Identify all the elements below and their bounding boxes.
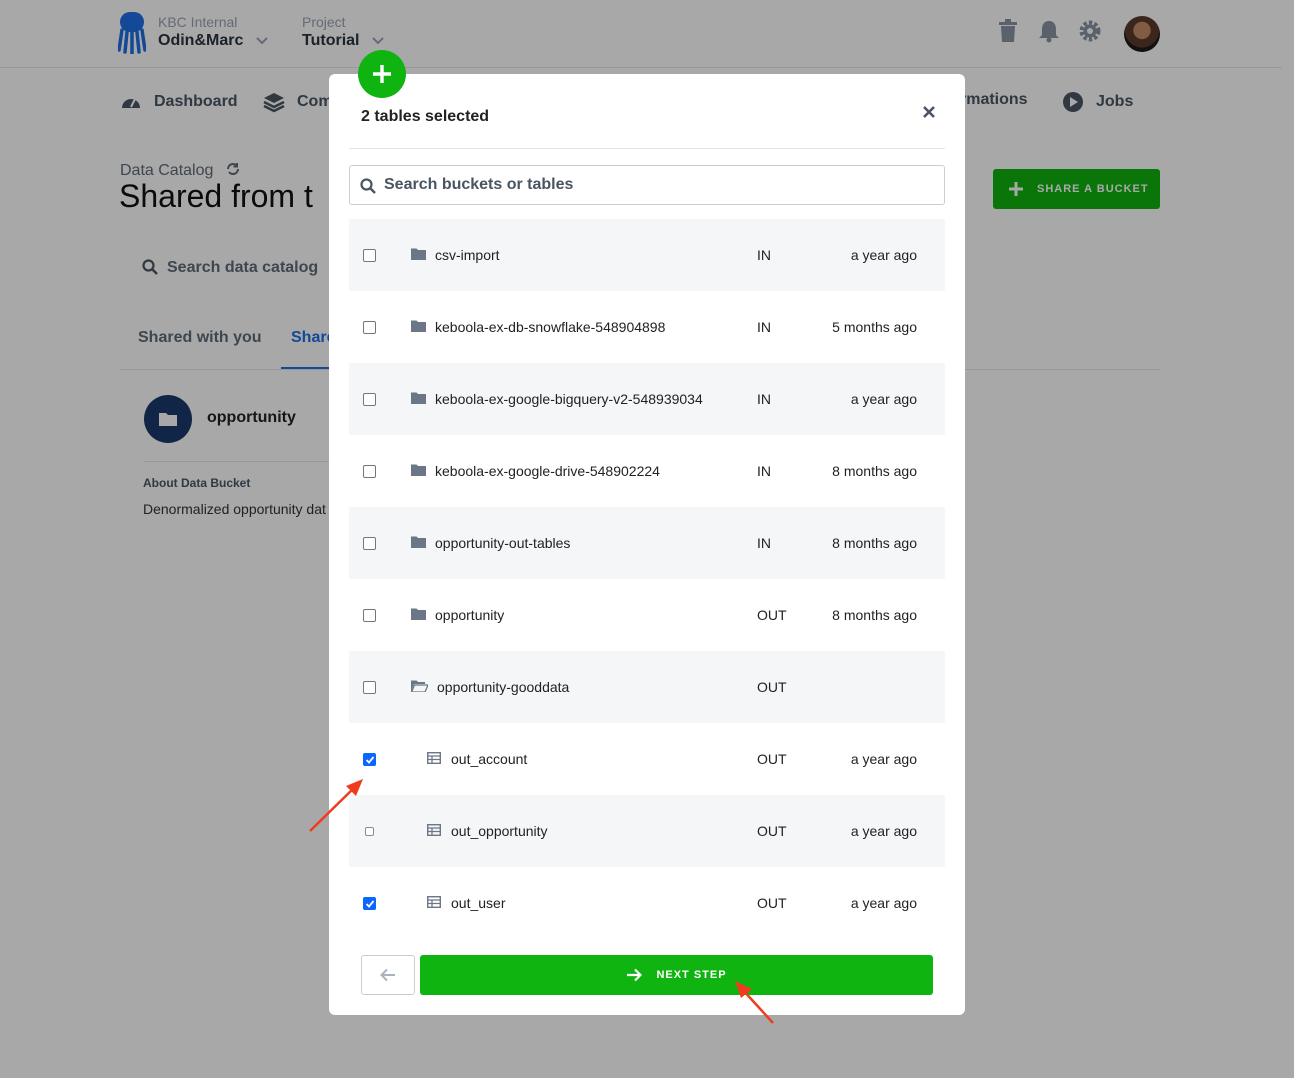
row-checkbox[interactable] bbox=[363, 465, 376, 478]
bucket-name: keboola-ex-google-bigquery-v2-548939034 bbox=[435, 391, 703, 407]
search-icon bbox=[360, 178, 376, 194]
stage-label: IN bbox=[757, 319, 771, 335]
next-step-button[interactable]: NEXT STEP bbox=[420, 955, 933, 995]
timestamp: a year ago bbox=[850, 895, 917, 911]
timestamp: a year ago bbox=[850, 751, 917, 767]
bucket-name: opportunity bbox=[435, 607, 505, 623]
row-checkbox[interactable] bbox=[363, 681, 376, 694]
timestamp: a year ago bbox=[850, 247, 917, 263]
table-name: out_opportunity bbox=[451, 823, 548, 839]
list-item[interactable]: opportunity-gooddata OUT bbox=[349, 651, 945, 723]
arrow-left-icon bbox=[380, 968, 395, 982]
plus-icon bbox=[358, 50, 406, 98]
bucket-name: opportunity-gooddata bbox=[437, 679, 570, 695]
bucket-name: opportunity-out-tables bbox=[435, 535, 571, 551]
table-icon bbox=[427, 896, 441, 908]
stage-label: OUT bbox=[757, 895, 787, 911]
table-name: out_user bbox=[451, 895, 506, 911]
list-item[interactable]: out_user OUT a year ago bbox=[349, 867, 945, 939]
stage-label: OUT bbox=[757, 607, 787, 623]
bucket-name: csv-import bbox=[435, 247, 500, 263]
list-item[interactable]: out_account OUT a year ago bbox=[349, 723, 945, 795]
modal-divider bbox=[349, 148, 945, 149]
check-icon bbox=[365, 900, 375, 908]
tables-list: csv-import IN a year ago keboola-ex-db-s… bbox=[349, 219, 945, 939]
stage-label: OUT bbox=[757, 823, 787, 839]
folder-open-icon bbox=[411, 680, 428, 692]
list-item[interactable]: keboola-ex-google-drive-548902224 IN 8 m… bbox=[349, 435, 945, 507]
table-name: out_account bbox=[451, 751, 528, 767]
timestamp: 8 months ago bbox=[832, 607, 917, 623]
row-checkbox[interactable] bbox=[363, 609, 376, 622]
timestamp: 8 months ago bbox=[832, 463, 917, 479]
bucket-name: keboola-ex-db-snowflake-548904898 bbox=[435, 319, 666, 335]
list-item[interactable]: keboola-ex-db-snowflake-548904898 IN 5 m… bbox=[349, 291, 945, 363]
stage-label: OUT bbox=[757, 679, 787, 695]
annotation-arrow-icon bbox=[735, 981, 774, 1024]
table-icon bbox=[427, 752, 441, 764]
folder-icon bbox=[411, 248, 426, 260]
bucket-name: keboola-ex-google-drive-548902224 bbox=[435, 463, 660, 479]
list-item[interactable]: csv-import IN a year ago bbox=[349, 219, 945, 291]
folder-icon bbox=[411, 320, 426, 332]
select-tables-modal: 2 tables selected csv-import IN a year a… bbox=[329, 74, 965, 1015]
folder-icon bbox=[411, 608, 426, 620]
close-icon[interactable] bbox=[921, 104, 937, 120]
annotation-arrow-icon bbox=[309, 779, 363, 832]
folder-icon bbox=[411, 392, 426, 404]
stage-label: IN bbox=[757, 535, 771, 551]
folder-icon bbox=[411, 464, 426, 476]
timestamp: 8 months ago bbox=[832, 535, 917, 551]
stage-label: IN bbox=[757, 391, 771, 407]
stage-label: IN bbox=[757, 463, 771, 479]
timestamp: a year ago bbox=[850, 391, 917, 407]
folder-icon bbox=[411, 536, 426, 548]
row-checkbox[interactable] bbox=[363, 249, 376, 262]
modal-title: 2 tables selected bbox=[361, 108, 490, 125]
stage-label: IN bbox=[757, 247, 771, 263]
tables-search-field[interactable] bbox=[349, 165, 945, 205]
next-step-label: NEXT STEP bbox=[656, 969, 727, 981]
back-button[interactable] bbox=[361, 955, 415, 995]
row-checkbox-checked[interactable] bbox=[363, 753, 376, 766]
row-checkbox-checked[interactable] bbox=[363, 897, 376, 910]
check-icon bbox=[365, 756, 375, 764]
list-item[interactable]: keboola-ex-google-bigquery-v2-548939034 … bbox=[349, 363, 945, 435]
list-item[interactable]: out_opportunity OUT a year ago bbox=[349, 795, 945, 867]
list-item[interactable]: opportunity OUT 8 months ago bbox=[349, 579, 945, 651]
row-checkbox[interactable] bbox=[363, 321, 376, 334]
arrow-right-icon bbox=[627, 968, 643, 982]
timestamp: a year ago bbox=[850, 823, 917, 839]
table-icon bbox=[427, 824, 441, 836]
row-checkbox[interactable] bbox=[363, 537, 376, 550]
list-item[interactable]: opportunity-out-tables IN 8 months ago bbox=[349, 507, 945, 579]
timestamp: 5 months ago bbox=[832, 319, 917, 335]
row-checkbox[interactable] bbox=[363, 393, 376, 406]
tables-search-input[interactable] bbox=[384, 166, 934, 204]
stage-label: OUT bbox=[757, 751, 787, 767]
